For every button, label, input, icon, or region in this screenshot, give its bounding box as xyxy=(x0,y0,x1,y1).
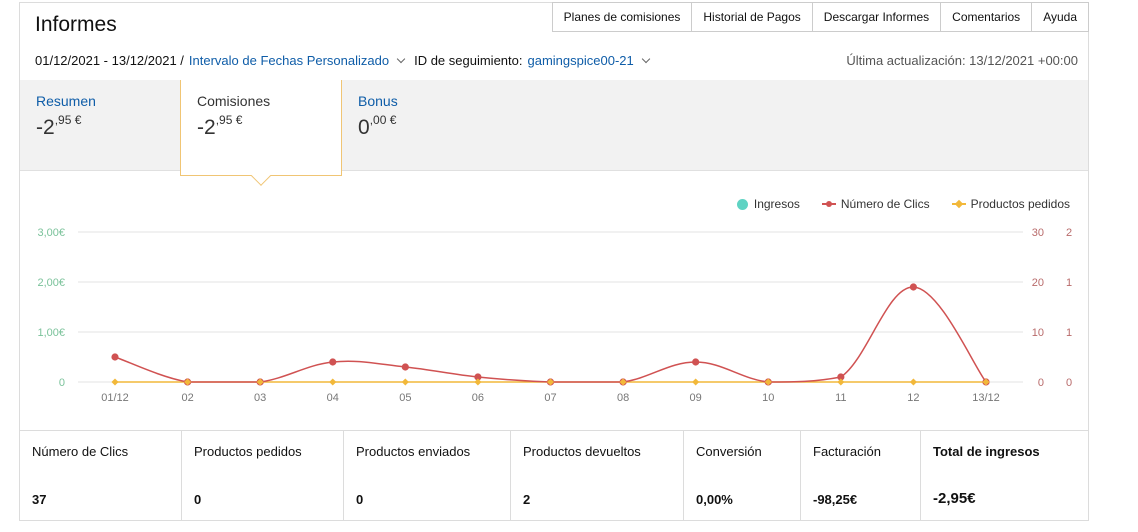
series-point-clicks xyxy=(909,283,918,291)
summary-tabs: Resumen -2,95 € Comisiones -2,95 € Bonus… xyxy=(20,80,1088,186)
stat-label: Productos pedidos xyxy=(194,444,302,459)
x-tick-label: 13/12 xyxy=(972,392,1000,404)
x-tick-label: 08 xyxy=(617,392,629,404)
series-point-orders xyxy=(401,378,409,386)
chevron-down-icon[interactable] xyxy=(641,54,650,64)
nav-download-reports[interactable]: Descargar Informes xyxy=(811,2,942,32)
x-tick-label: 07 xyxy=(544,392,556,404)
x-tick-label: 01/12 xyxy=(101,392,129,404)
series-line-clicks xyxy=(114,286,987,383)
nav-comments[interactable]: Comentarios xyxy=(940,2,1033,32)
stat-label: Conversión xyxy=(696,444,762,459)
x-tick-label: 03 xyxy=(254,392,266,404)
x-tick-label: 02 xyxy=(181,392,193,404)
date-range: 01/12/2021 - 13/12/2021 / xyxy=(35,53,184,68)
stat-label: Productos devueltos xyxy=(523,444,641,459)
tab-commissions-value: -2,95 € xyxy=(197,113,325,140)
y-right-clicks-tick-label: 10 xyxy=(1032,327,1044,339)
stat-clicks: Número de Clics 37 xyxy=(20,431,182,521)
last-updated: Última actualización: 13/12/2021 +00:00 xyxy=(846,53,1078,68)
series-point-clicks xyxy=(692,358,700,366)
stat-billing: Facturación -98,25€ xyxy=(801,431,921,521)
date-range-dropdown[interactable]: Intervalo de Fechas Personalizado xyxy=(189,53,389,68)
top-navigation: Planes de comisiones Historial de Pagos … xyxy=(551,2,1089,32)
series-point-clicks xyxy=(111,353,119,361)
stat-conversion: Conversión 0,00% xyxy=(684,431,801,521)
x-tick-label: 05 xyxy=(399,392,411,404)
reports-panel: Informes Planes de comisiones Historial … xyxy=(19,2,1089,521)
tab-commissions-value-dec: ,95 € xyxy=(215,113,243,127)
series-point-clicks xyxy=(329,358,337,366)
y-left-tick-label: 2,00€ xyxy=(37,277,65,289)
tab-bonus-label: Bonus xyxy=(358,93,398,109)
x-tick-label: 12 xyxy=(907,392,919,404)
stat-ordered: Productos pedidos 0 xyxy=(182,431,344,521)
tab-commissions-label: Comisiones xyxy=(197,93,271,109)
y-right-clicks-tick-label: 30 xyxy=(1032,227,1044,239)
earnings-chart: Ingresos Número de Clics Productos pedid… xyxy=(20,171,1088,429)
series-point-orders xyxy=(692,378,700,386)
stats-row: Número de Clics 37 Productos pedidos 0 P… xyxy=(20,430,1088,521)
chart-plot: 3,00€ 30 22,00€ 20 11,00€ 10 10 0 001/12 02 03 04 05… xyxy=(37,227,1072,404)
y-right-clicks-tick-label: 0 xyxy=(1038,377,1044,389)
stat-label: Total de ingresos xyxy=(933,444,1040,459)
stat-label: Facturación xyxy=(813,444,881,459)
nav-commission-plans[interactable]: Planes de comisiones xyxy=(551,2,693,32)
tab-summary[interactable]: Resumen -2,95 € xyxy=(20,80,180,171)
series-point-orders xyxy=(329,378,337,386)
tab-commissions-value-int: -2 xyxy=(197,116,216,139)
series-point-orders xyxy=(909,378,917,386)
x-tick-label: 10 xyxy=(762,392,774,404)
tab-bonus-value-int: 0 xyxy=(358,116,370,139)
y-left-tick-label: 3,00€ xyxy=(37,227,65,239)
y-left-tick-label: 0 xyxy=(59,377,65,389)
stat-value: 0 xyxy=(356,492,364,507)
stat-value: -2,95€ xyxy=(933,490,976,507)
tab-bonus-value: 0,00 € xyxy=(358,113,486,140)
y-right-orders-tick-label: 0 xyxy=(1066,377,1072,389)
nav-payment-history[interactable]: Historial de Pagos xyxy=(691,2,813,32)
tab-summary-value-int: -2 xyxy=(36,116,55,139)
stat-total-earnings: Total de ingresos -2,95€ xyxy=(921,431,1088,521)
tab-bonus[interactable]: Bonus 0,00 € xyxy=(342,80,502,171)
filters-bar: 01/12/2021 - 13/12/2021 / Intervalo de F… xyxy=(35,53,659,68)
tab-summary-value-dec: ,95 € xyxy=(54,113,82,127)
y-right-orders-tick-label: 1 xyxy=(1066,327,1072,339)
stat-label: Número de Clics xyxy=(32,444,129,459)
x-tick-label: 09 xyxy=(690,392,702,404)
tracking-id-dropdown[interactable]: gamingspice00-21 xyxy=(528,53,634,68)
stat-returned: Productos devueltos 2 xyxy=(511,431,684,521)
stat-value: 2 xyxy=(523,492,531,507)
page-title: Informes xyxy=(35,13,117,36)
series-point-clicks xyxy=(401,363,409,371)
x-tick-label: 04 xyxy=(327,392,339,404)
tab-bonus-value-dec: ,00 € xyxy=(369,113,397,127)
stat-value: 37 xyxy=(32,492,47,507)
tab-summary-label: Resumen xyxy=(36,93,96,109)
stat-shipped: Productos enviados 0 xyxy=(344,431,511,521)
stat-value: 0 xyxy=(194,492,202,507)
y-right-orders-tick-label: 2 xyxy=(1066,227,1072,239)
y-right-orders-tick-label: 1 xyxy=(1066,277,1072,289)
tab-commissions[interactable]: Comisiones -2,95 € xyxy=(180,80,342,186)
x-tick-label: 06 xyxy=(472,392,484,404)
stat-value: 0,00% xyxy=(696,492,733,507)
y-left-tick-label: 1,00€ xyxy=(37,327,65,339)
chevron-down-icon[interactable] xyxy=(396,54,406,64)
stat-value: -98,25€ xyxy=(813,492,858,507)
nav-help[interactable]: Ayuda xyxy=(1031,2,1089,32)
series-point-orders xyxy=(111,378,119,386)
y-right-clicks-tick-label: 20 xyxy=(1032,277,1044,289)
stat-label: Productos enviados xyxy=(356,444,471,459)
tracking-id-label: ID de seguimiento: xyxy=(414,53,523,68)
tab-summary-value: -2,95 € xyxy=(36,113,164,140)
x-tick-label: 11 xyxy=(835,392,846,404)
